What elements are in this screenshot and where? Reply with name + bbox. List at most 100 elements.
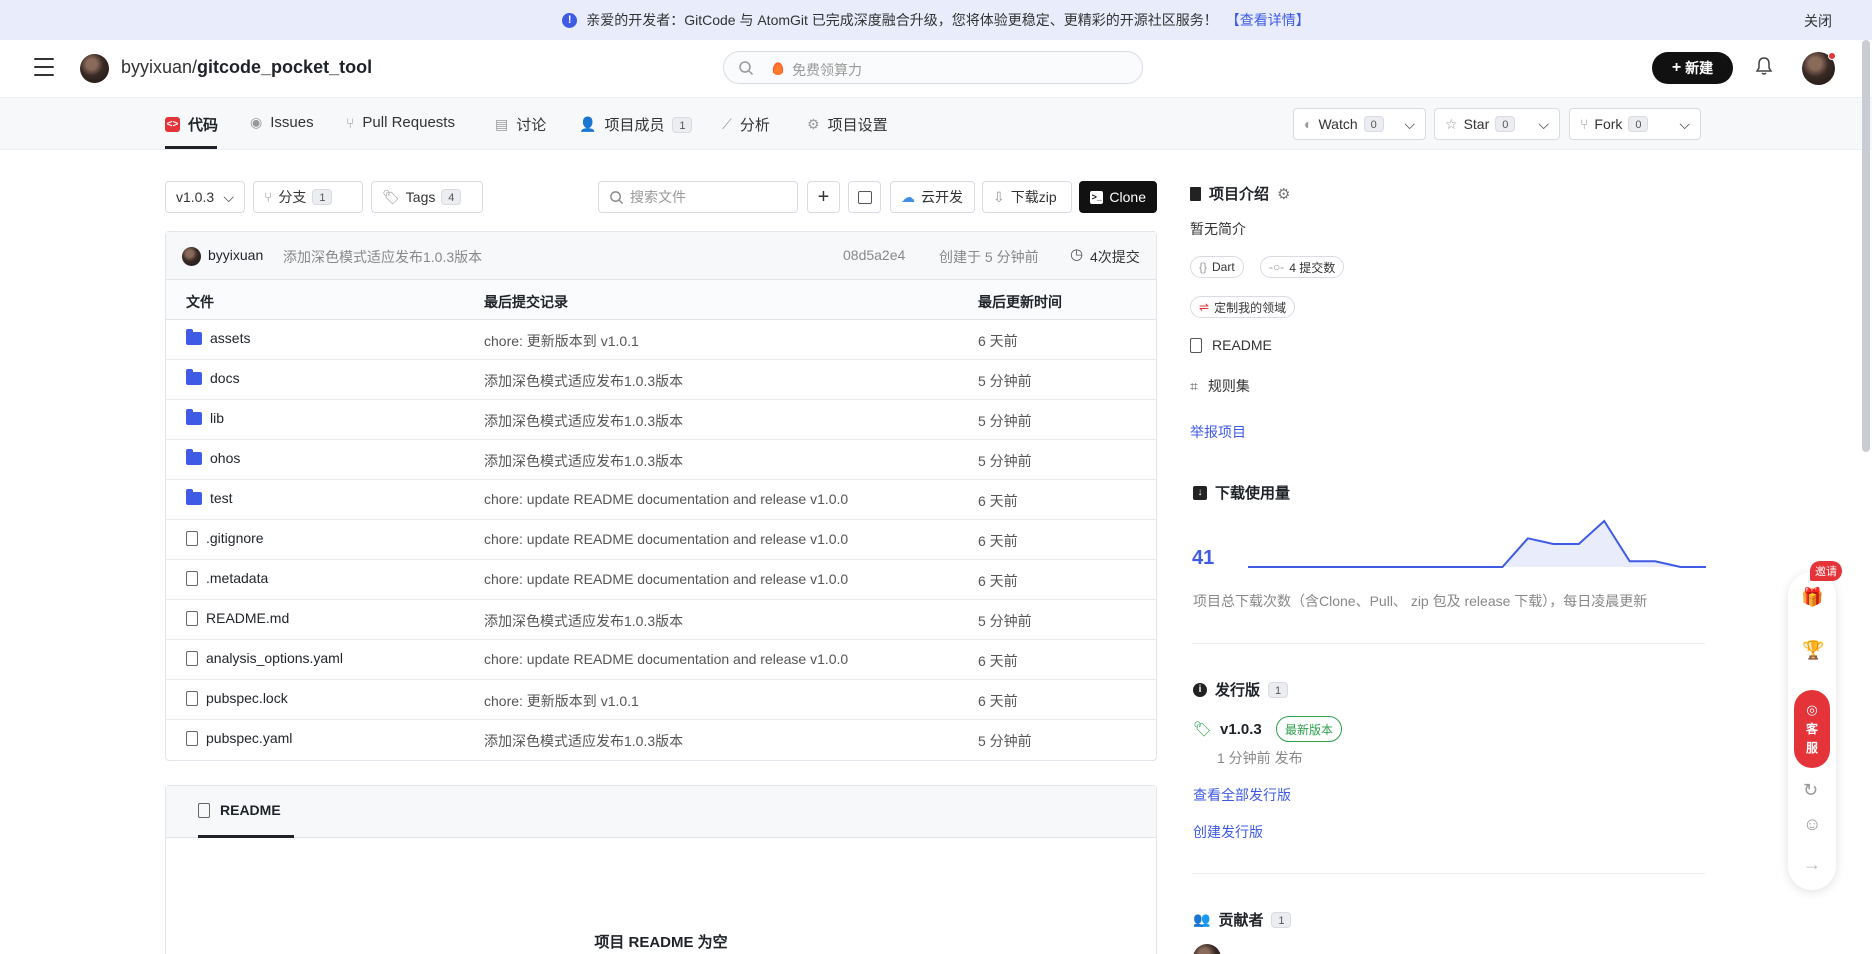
tab-analysis[interactable]: ⟋ 分析 xyxy=(722,114,770,135)
smile-icon[interactable]: ☺ xyxy=(1803,814,1821,835)
updated-time-cell: 6 天前 xyxy=(978,533,1018,549)
terminal-button[interactable] xyxy=(848,181,881,213)
view-all-releases-link[interactable]: 查看全部发行版 xyxy=(1193,785,1291,805)
file-name[interactable]: README.md xyxy=(206,610,289,626)
file-name[interactable]: .metadata xyxy=(206,570,268,586)
settings-icon[interactable]: ⚙ xyxy=(1277,185,1290,203)
tab-pull-requests[interactable]: ⑂ Pull Requests xyxy=(346,114,455,131)
file-name[interactable]: pubspec.lock xyxy=(206,690,288,706)
global-search-input[interactable]: 免费领算力 xyxy=(723,51,1143,84)
table-row[interactable]: analysis_options.yaml chore: update READM… xyxy=(166,640,1156,680)
table-row[interactable]: README.md 添加深色模式适应发布1.0.3版本 5 分钟前 xyxy=(166,600,1156,640)
file-name-cell[interactable]: ohos xyxy=(186,448,240,466)
table-row[interactable]: lib 添加深色模式适应发布1.0.3版本 5 分钟前 xyxy=(166,400,1156,440)
readme-link[interactable]: README xyxy=(1190,337,1272,353)
star-button[interactable]: ☆ Star 0 ⌵ xyxy=(1434,108,1560,140)
tab-settings[interactable]: ⚙ 项目设置 xyxy=(807,114,888,135)
table-row[interactable]: assets chore: 更新版本到 v1.0.1 6 天前 xyxy=(166,320,1156,360)
customer-service-button[interactable]: ◎ 客 服 xyxy=(1794,690,1830,768)
table-row[interactable]: pubspec.lock chore: 更新版本到 v1.0.1 6 天前 xyxy=(166,680,1156,720)
commit-message-cell[interactable]: chore: 更新版本到 v1.0.1 xyxy=(484,691,639,711)
readme-tab[interactable]: README xyxy=(198,802,281,818)
tab-discussions[interactable]: ▤ 讨论 xyxy=(495,114,546,135)
commit-message-cell[interactable]: 添加深色模式适应发布1.0.3版本 xyxy=(484,411,683,431)
commit-message-cell[interactable]: chore: 更新版本到 v1.0.1 xyxy=(484,331,639,351)
branches-button[interactable]: ⑂ 分支 1 xyxy=(253,181,363,213)
file-name-cell[interactable]: .gitignore xyxy=(186,530,264,546)
file-name-cell[interactable]: pubspec.lock xyxy=(186,690,288,706)
table-row[interactable]: ohos 添加深色模式适应发布1.0.3版本 5 分钟前 xyxy=(166,440,1156,480)
rules-link[interactable]: ⌗ 规则集 xyxy=(1190,376,1250,396)
file-name-cell[interactable]: assets xyxy=(186,328,250,346)
tab-code[interactable]: <> 代码 xyxy=(165,114,218,135)
download-zip-button[interactable]: ⇩ 下载zip xyxy=(982,181,1072,213)
commits-tag[interactable]: -○- 4 提交数 xyxy=(1260,256,1345,278)
report-link[interactable]: 举报项目 xyxy=(1190,422,1246,442)
watch-button[interactable]: ◐ Watch 0 ⌵ xyxy=(1293,108,1426,140)
commit-message-cell[interactable]: 添加深色模式适应发布1.0.3版本 xyxy=(484,451,683,471)
banner-close-button[interactable]: 关闭 xyxy=(1804,11,1832,31)
file-name-cell[interactable]: test xyxy=(186,488,233,506)
breadcrumb-repo[interactable]: gitcode_pocket_tool xyxy=(197,57,372,77)
tab-issues[interactable]: ◉ Issues xyxy=(250,114,314,131)
release-item[interactable]: 🏷 v1.0.3 xyxy=(1193,720,1262,739)
file-name[interactable]: pubspec.yaml xyxy=(206,730,292,746)
gift-icon[interactable]: 🎁 xyxy=(1801,587,1823,608)
user-avatar[interactable] xyxy=(1802,52,1836,85)
commit-message-cell[interactable]: chore: update README documentation and r… xyxy=(484,571,848,587)
language-tag[interactable]: {} Dart xyxy=(1190,256,1244,278)
commit-message-cell[interactable]: chore: update README documentation and r… xyxy=(484,491,848,507)
release-tag[interactable]: v1.0.3 xyxy=(1220,721,1262,738)
file-name-cell[interactable]: README.md xyxy=(186,610,289,626)
commit-message-cell[interactable]: 添加深色模式适应发布1.0.3版本 xyxy=(484,611,683,631)
file-name-cell[interactable]: lib xyxy=(186,408,224,426)
refresh-icon[interactable]: ↻ xyxy=(1803,780,1818,801)
file-name[interactable]: assets xyxy=(210,330,250,346)
file-name[interactable]: lib xyxy=(210,410,224,426)
file-search-input[interactable]: 搜索文件 xyxy=(598,181,798,213)
banner-details-link[interactable]: 【查看详情】 xyxy=(1226,10,1310,30)
page-scrollbar[interactable] xyxy=(1862,40,1870,452)
commit-message-cell[interactable]: chore: update README documentation and r… xyxy=(484,531,848,547)
file-name-cell[interactable]: docs xyxy=(186,368,240,386)
branch-select[interactable]: v1.0.3 ⌵ xyxy=(165,181,245,213)
arrow-right-icon[interactable]: → xyxy=(1803,854,1821,875)
file-name[interactable]: .gitignore xyxy=(206,530,264,546)
table-row[interactable]: test chore: update README documentation a… xyxy=(166,480,1156,520)
invite-badge[interactable]: 邀请 xyxy=(1810,561,1842,581)
file-name[interactable]: docs xyxy=(210,370,240,386)
tags-button[interactable]: 🏷 Tags 4 xyxy=(371,181,483,213)
file-name[interactable]: test xyxy=(210,490,233,506)
menu-icon[interactable] xyxy=(34,58,54,76)
commit-message-cell[interactable]: 添加深色模式适应发布1.0.3版本 xyxy=(484,731,683,751)
file-name[interactable]: ohos xyxy=(210,450,240,466)
tab-members[interactable]: 👤 项目成员 1 xyxy=(579,114,693,135)
file-name-cell[interactable]: analysis_options.yaml xyxy=(186,650,343,666)
commit-message-cell[interactable]: 添加深色模式适应发布1.0.3版本 xyxy=(484,371,683,391)
table-row[interactable]: pubspec.yaml 添加深色模式适应发布1.0.3版本 5 分钟前 xyxy=(166,720,1156,760)
trophy-icon[interactable]: 🏆 xyxy=(1802,640,1824,661)
commit-author[interactable]: byyixuan xyxy=(208,247,263,263)
breadcrumb-owner[interactable]: byyixuan/ xyxy=(121,57,197,77)
contributor-avatar[interactable] xyxy=(1193,944,1221,954)
commit-author-avatar[interactable] xyxy=(182,247,201,266)
commit-message-cell[interactable]: chore: update README documentation and r… xyxy=(484,651,848,667)
new-button[interactable]: + 新建 xyxy=(1652,52,1733,84)
table-row[interactable]: docs 添加深色模式适应发布1.0.3版本 5 分钟前 xyxy=(166,360,1156,400)
commit-message[interactable]: 添加深色模式适应发布1.0.3版本 xyxy=(283,247,482,267)
table-row[interactable]: .metadata chore: update README documentat… xyxy=(166,560,1156,600)
clone-button[interactable]: >_ Clone xyxy=(1079,181,1157,213)
fork-button[interactable]: ⑂ Fork 0 ⌵ xyxy=(1569,108,1701,140)
commit-sha[interactable]: 08d5a2e4 xyxy=(843,247,905,263)
file-name-cell[interactable]: pubspec.yaml xyxy=(186,730,292,746)
cloud-dev-button[interactable]: ☁ 云开发 xyxy=(890,181,975,213)
commit-count-link[interactable]: 4次提交 xyxy=(1090,247,1140,267)
file-name-cell[interactable]: .metadata xyxy=(186,570,268,586)
bell-icon[interactable] xyxy=(1755,56,1773,76)
create-release-link[interactable]: 创建发行版 xyxy=(1193,822,1263,842)
custom-domain-tag[interactable]: ⇌ 定制我的领域 xyxy=(1190,296,1296,318)
repo-owner-avatar[interactable] xyxy=(80,54,109,83)
table-row[interactable]: .gitignore chore: update README documenta… xyxy=(166,520,1156,560)
file-name[interactable]: analysis_options.yaml xyxy=(206,650,343,666)
add-file-button[interactable]: + xyxy=(807,181,840,213)
